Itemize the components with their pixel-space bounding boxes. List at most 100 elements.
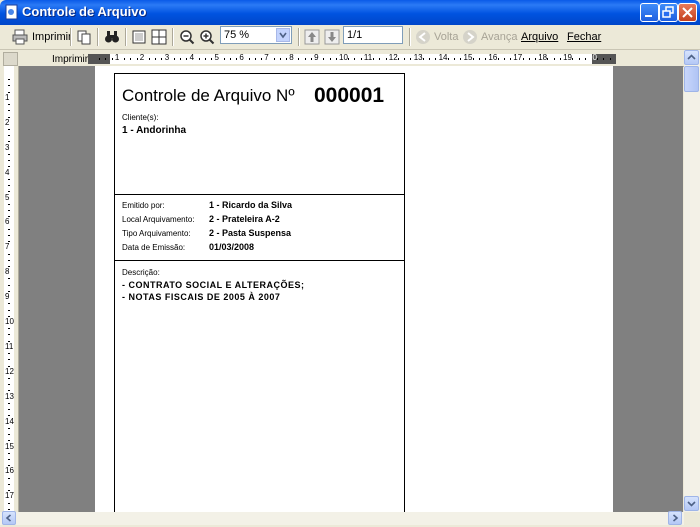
- ruler-tick: [534, 58, 536, 60]
- next-page-button[interactable]: [324, 28, 340, 46]
- scroll-left-button[interactable]: [2, 511, 16, 525]
- vertical-scrollbar[interactable]: [684, 50, 700, 512]
- scroll-down-button[interactable]: [684, 496, 699, 511]
- print-button[interactable]: Imprimir: [12, 28, 72, 46]
- app-icon: [5, 4, 18, 20]
- scroll-up-button[interactable]: [684, 50, 699, 65]
- close-icon: [682, 7, 693, 18]
- ruler-number: 5: [5, 192, 10, 202]
- ruler-tick: [180, 58, 182, 60]
- page-number-field[interactable]: 1/1: [343, 26, 403, 44]
- location-value: 2 - Prateleira A-2: [209, 214, 280, 224]
- ruler-number: 15: [5, 441, 14, 451]
- previous-page-button[interactable]: [304, 28, 320, 46]
- ruler-number: 14: [438, 53, 448, 62]
- forward-arrow-icon: [463, 30, 477, 44]
- ruler-number: 16: [488, 53, 498, 62]
- find-button[interactable]: [104, 28, 120, 46]
- chevron-down-icon: [279, 32, 287, 39]
- ruler-tick: [8, 434, 10, 436]
- document-number: 000001: [314, 84, 385, 107]
- issued-by-value: 1 - Ricardo da Silva: [209, 200, 293, 210]
- description-label: Descrição:: [122, 268, 160, 277]
- back-label: Volta: [434, 31, 459, 43]
- grid-icon: [151, 29, 167, 45]
- issue-date-value: 01/03/2008: [209, 242, 255, 252]
- ruler-tick: [8, 477, 10, 479]
- ruler-tick: [528, 58, 530, 60]
- ruler-number: 13: [5, 391, 14, 401]
- ruler-tick: [478, 58, 480, 60]
- archive-type-value: 2 - Pasta Suspensa: [209, 228, 292, 238]
- dropdown-button[interactable]: [276, 28, 290, 42]
- zoom-out-icon: [180, 30, 195, 45]
- ruler-tick: [248, 58, 250, 60]
- zoom-select[interactable]: 75 %: [220, 26, 292, 44]
- close-button[interactable]: Fechar: [567, 28, 601, 46]
- zoom-in-button[interactable]: [199, 28, 215, 46]
- ruler-tick: [335, 58, 337, 60]
- zoom-out-button[interactable]: [179, 28, 195, 46]
- ruler-tick: [472, 58, 474, 60]
- ruler-tick: [454, 58, 456, 60]
- ruler-number: 11: [5, 341, 14, 351]
- multi-page-button[interactable]: [151, 28, 167, 46]
- forward-button[interactable]: Avança: [462, 28, 518, 46]
- restore-button[interactable]: [659, 3, 678, 22]
- back-button[interactable]: Volta: [415, 28, 458, 46]
- scroll-thumb[interactable]: [684, 66, 699, 92]
- printer-icon: [12, 29, 28, 45]
- ruler-tick: [8, 160, 10, 162]
- ruler-tick: [609, 58, 611, 60]
- ruler-tick: [329, 58, 331, 60]
- description-line: - CONTRATO SOCIAL E ALTERAÇÕES;: [122, 280, 305, 290]
- ruler-number: 11: [363, 53, 373, 62]
- ruler-tick: [8, 278, 10, 280]
- ruler-number: 13: [413, 53, 423, 62]
- zoom-in-icon: [200, 30, 215, 45]
- ruler-tick: [161, 58, 163, 60]
- size-grip[interactable]: [684, 512, 700, 525]
- ruler-tick: [385, 58, 387, 60]
- chevron-right-icon: [672, 514, 679, 522]
- horizontal-scrollbar[interactable]: [0, 511, 684, 525]
- ruler-number: 10: [339, 53, 348, 62]
- ruler-tick: [236, 58, 238, 60]
- ruler-tick: [8, 85, 10, 87]
- ruler-number: 9: [314, 53, 319, 62]
- ruler-tick: [254, 58, 256, 60]
- close-window-button[interactable]: [678, 3, 697, 22]
- archive-type-label: Tipo Arquivamento:: [122, 229, 191, 238]
- ruler-tick: [373, 58, 375, 60]
- copy-button[interactable]: [76, 28, 92, 46]
- ruler-number: 9: [5, 292, 10, 302]
- minimize-button[interactable]: [640, 3, 659, 22]
- ruler-number: 6: [239, 53, 244, 62]
- ruler-tick: [8, 79, 10, 81]
- ruler-tick: [8, 104, 10, 106]
- ruler-tick: [285, 58, 287, 60]
- single-page-button[interactable]: [131, 28, 147, 46]
- chevron-left-icon: [5, 514, 12, 522]
- ruler-number: 15: [463, 53, 473, 62]
- chevron-up-icon: [687, 54, 696, 60]
- ruler-tick: [273, 58, 275, 60]
- ruler-tick: [460, 58, 462, 60]
- restore-icon: [662, 6, 674, 18]
- ruler-tick: [8, 502, 10, 504]
- ruler-tick: [8, 384, 10, 386]
- issue-date-label: Data de Emissão:: [122, 243, 186, 252]
- archive-form: Controle de Arquivo Nº 000001 Cliente(s)…: [114, 73, 405, 512]
- ruler-tick: [572, 58, 574, 60]
- arrow-up-icon: [304, 29, 320, 45]
- ruler-tick: [310, 58, 312, 60]
- ruler-tick: [8, 129, 10, 131]
- scroll-right-button[interactable]: [668, 511, 682, 525]
- ruler-tick: [205, 58, 207, 60]
- ruler-number: 16: [5, 466, 14, 476]
- preview-area: Controle de Arquivo Nº 000001 Cliente(s)…: [19, 66, 683, 512]
- ruler-number: 3: [164, 53, 170, 62]
- ruler-number: 4: [5, 167, 10, 177]
- ruler-tick: [229, 58, 231, 60]
- file-menu-button[interactable]: Arquivo: [521, 28, 558, 46]
